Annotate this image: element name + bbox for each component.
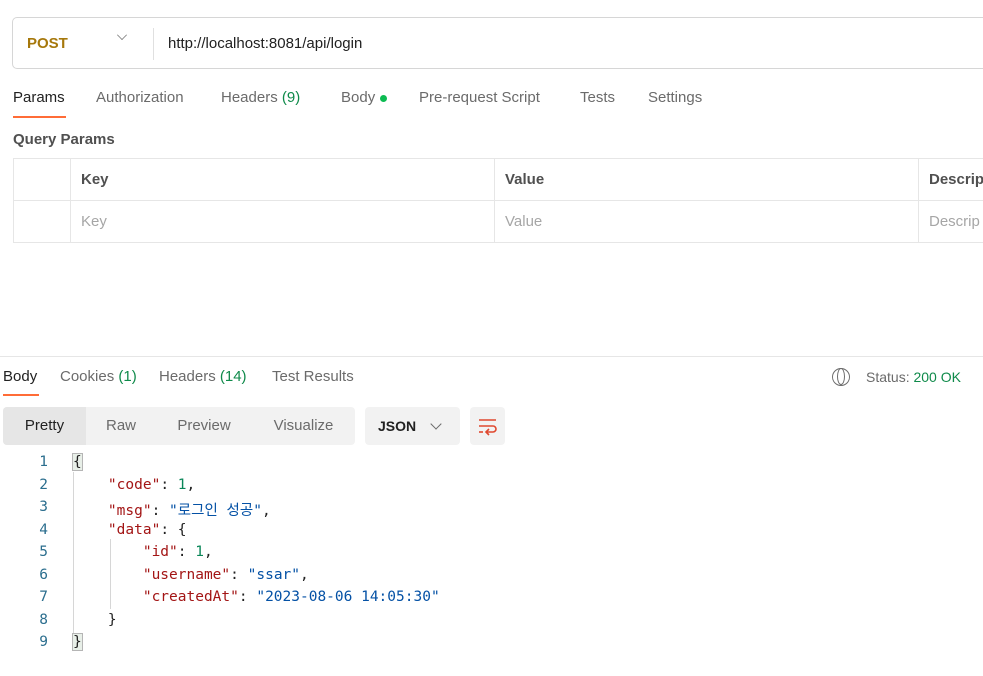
format-select[interactable]: JSON — [365, 407, 460, 445]
code-line: "username": "ssar", — [142, 567, 309, 583]
code-line: } — [72, 633, 83, 651]
table-row: Key Value Descrip — [13, 200, 983, 243]
json-key: "id" — [142, 544, 178, 560]
query-params-table: Key Value Descrip Key Value Descrip — [13, 158, 983, 243]
url-input[interactable]: http://localhost:8081/api/login — [168, 35, 362, 52]
tab-settings[interactable]: Settings — [648, 89, 702, 106]
checkbox-column — [13, 158, 71, 201]
code-line: "id": 1, — [142, 544, 213, 560]
tab-response-body[interactable]: Body — [3, 368, 37, 385]
json-string: "로그인 성공" — [169, 503, 262, 519]
json-string: "ssar" — [247, 567, 301, 583]
pane-divider[interactable] — [0, 356, 983, 357]
tab-body[interactable]: Body — [341, 89, 388, 106]
chevron-down-icon[interactable] — [117, 30, 127, 40]
column-header: Descrip — [918, 158, 983, 201]
wrap-lines-icon — [479, 419, 497, 436]
description-input[interactable]: Descrip — [918, 200, 983, 243]
line-number: 6 — [39, 567, 48, 583]
tab-tests[interactable]: Tests — [580, 89, 615, 106]
count-badge: (14) — [219, 368, 247, 385]
tab-headers[interactable]: Headers (9) — [221, 89, 300, 106]
json-key: "msg" — [107, 503, 152, 519]
tab-label: Cookies — [60, 368, 115, 385]
code-line: } — [107, 612, 117, 628]
wrap-lines-button[interactable] — [470, 407, 505, 445]
view-mode-selector: Pretty Raw Preview Visualize — [3, 407, 355, 445]
code-line: { — [72, 453, 83, 471]
tab-authorization[interactable]: Authorization — [96, 89, 184, 106]
json-number: 1 — [177, 477, 187, 493]
active-tab-indicator — [3, 394, 39, 396]
status-label: Status: — [866, 369, 910, 385]
line-number: 4 — [39, 522, 48, 538]
tab-label: Headers — [221, 89, 278, 106]
code-line: "createdAt": "2023-08-06 14:05:30" — [142, 589, 440, 605]
tab-response-headers[interactable]: Headers (14) — [159, 368, 247, 385]
format-label: JSON — [378, 418, 417, 434]
tab-params[interactable]: Params — [13, 89, 65, 106]
line-number: 1 — [39, 454, 48, 470]
method-select[interactable]: POST — [27, 35, 68, 52]
section-title: Query Params — [13, 131, 115, 148]
tab-cookies[interactable]: Cookies (1) — [60, 368, 137, 385]
line-number: 5 — [39, 544, 48, 560]
view-visualize-button[interactable]: Visualize — [252, 407, 355, 445]
json-string: "2023-08-06 14:05:30" — [256, 589, 440, 605]
status-value: 200 OK — [913, 369, 961, 385]
checkbox-cell[interactable] — [13, 200, 71, 243]
count-badge: (1) — [118, 368, 137, 385]
count-badge: (9) — [281, 89, 301, 106]
code-line: "msg": "로그인 성공", — [107, 503, 271, 519]
json-number: 1 — [195, 544, 204, 560]
line-number: 3 — [39, 499, 48, 515]
line-number: 2 — [39, 477, 48, 493]
json-key: "code" — [107, 477, 161, 493]
json-key: "createdAt" — [142, 589, 239, 605]
column-header: Key — [70, 158, 495, 201]
table-header-row: Key Value Descrip — [13, 158, 983, 201]
column-header: Value — [494, 158, 919, 201]
globe-icon[interactable] — [832, 368, 850, 386]
active-tab-indicator — [13, 116, 66, 118]
response-status: Status: 200 OK — [866, 369, 961, 385]
value-input[interactable]: Value — [494, 200, 919, 243]
view-pretty-button[interactable]: Pretty — [3, 407, 86, 445]
json-key: "data" — [107, 522, 161, 538]
line-number: 9 — [39, 634, 48, 650]
url-bar: POST http://localhost:8081/api/login — [12, 17, 983, 69]
code-line: "code": 1, — [107, 477, 196, 493]
tab-pre-request-script[interactable]: Pre-request Script — [419, 89, 540, 106]
code-line: "data": { — [107, 522, 187, 538]
json-key: "username" — [142, 567, 231, 583]
line-number: 8 — [39, 612, 48, 628]
view-preview-button[interactable]: Preview — [156, 407, 252, 445]
divider — [153, 28, 154, 60]
key-input[interactable]: Key — [70, 200, 495, 243]
tab-label: Body — [341, 89, 376, 106]
tab-test-results[interactable]: Test Results — [272, 368, 354, 385]
view-raw-button[interactable]: Raw — [86, 407, 156, 445]
line-number: 7 — [39, 589, 48, 605]
modified-dot-icon — [380, 94, 388, 102]
chevron-down-icon — [430, 418, 442, 430]
tab-label: Headers — [159, 368, 216, 385]
